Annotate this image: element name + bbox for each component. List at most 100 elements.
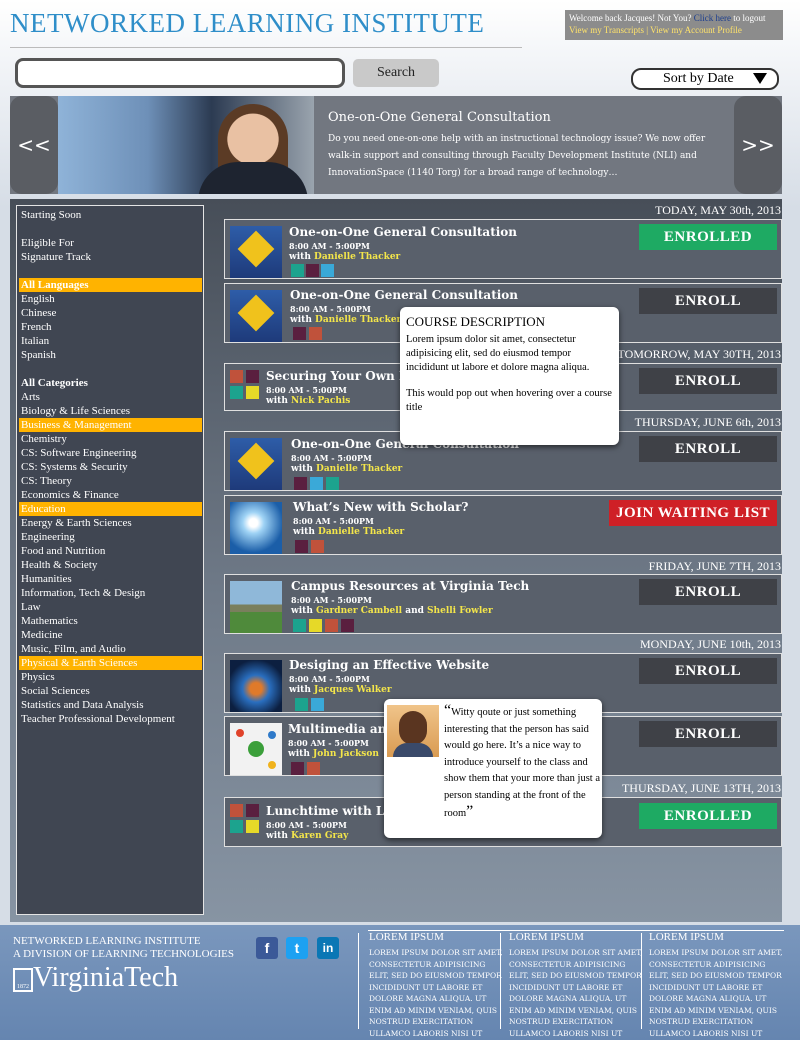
enroll-button[interactable]: ENROLL bbox=[639, 288, 777, 314]
course-title[interactable]: Desiging an Effective Website bbox=[289, 658, 489, 672]
course-time: 8:00 AM - 5:00PM bbox=[289, 241, 370, 251]
course-card: What’s New with Scholar? 8:00 AM - 5:00P… bbox=[224, 495, 782, 555]
sidebar-item-starting-soon[interactable]: Starting Soon bbox=[19, 208, 202, 222]
course-title[interactable]: What’s New with Scholar? bbox=[293, 500, 468, 514]
instructor-link[interactable]: Jacques Walker bbox=[314, 685, 392, 695]
footer-separator bbox=[500, 933, 501, 1029]
sidebar-item-energy[interactable]: Energy & Earth Sciences bbox=[19, 516, 202, 530]
instructor-link[interactable]: Shelli Fowler bbox=[427, 606, 493, 616]
twitter-icon[interactable]: t bbox=[286, 937, 308, 959]
enroll-button[interactable]: ENROLL bbox=[639, 579, 777, 605]
sidebar-item-arts[interactable]: Arts bbox=[19, 390, 202, 404]
sidebar-item-music[interactable]: Music, Film, and Audio bbox=[19, 642, 202, 656]
join-waiting-list-button[interactable]: JOIN WAITING LIST bbox=[609, 500, 777, 526]
sidebar-item-english[interactable]: English bbox=[19, 292, 202, 306]
course-title[interactable]: Campus Resources at Virginia Tech bbox=[291, 579, 529, 593]
banner-title[interactable]: One-on-One General Consultation bbox=[328, 110, 732, 125]
road-sign-icon bbox=[230, 226, 282, 278]
login-box: Welcome back Jacques! Not You? Click her… bbox=[565, 10, 783, 40]
instructor-link[interactable]: Nick Pachis bbox=[291, 396, 350, 406]
instructor-link[interactable]: Gardner Cambell bbox=[316, 606, 402, 616]
sidebar-item-economics[interactable]: Economics & Finance bbox=[19, 488, 202, 502]
course-title[interactable]: Multimedia and bbox=[288, 722, 395, 736]
virginia-tech-logo[interactable]: 1872 VirginiaTech bbox=[13, 962, 178, 994]
category-square bbox=[321, 264, 334, 277]
banner-prev-button[interactable]: << bbox=[10, 96, 58, 194]
instructor-link[interactable]: John Jackson bbox=[313, 749, 379, 759]
sidebar-item-cs-software[interactable]: CS: Software Engineering bbox=[19, 446, 202, 460]
logo-year: 1872 bbox=[13, 968, 33, 992]
sidebar-item-cs-theory[interactable]: CS: Theory bbox=[19, 474, 202, 488]
sidebar-item-business[interactable]: Business & Management bbox=[19, 418, 202, 432]
course-time: 8:00 AM - 5:00PM bbox=[288, 738, 369, 748]
course-title[interactable]: One-on-One General Consultation bbox=[289, 225, 517, 239]
sidebar-item-all-languages[interactable]: All Languages bbox=[19, 278, 202, 292]
category-square bbox=[310, 477, 323, 490]
sidebar-item-chemistry[interactable]: Chemistry bbox=[19, 432, 202, 446]
date-header: MONDAY, JUNE 10th, 2013 bbox=[639, 637, 781, 651]
course-card: Campus Resources at Virginia Tech 8:00 A… bbox=[224, 574, 782, 634]
banner-next-button[interactable]: >> bbox=[734, 96, 782, 194]
course-title[interactable]: One-on-One General Consultation bbox=[290, 288, 518, 302]
instructor-link[interactable]: Danielle Thacker bbox=[318, 527, 404, 537]
enrolled-button[interactable]: ENROLLED bbox=[639, 803, 777, 829]
sidebar-item-education[interactable]: Education bbox=[19, 502, 202, 516]
instructor-avatar bbox=[387, 705, 439, 757]
sidebar-item-engineering[interactable]: Engineering bbox=[19, 530, 202, 544]
enroll-button[interactable]: ENROLL bbox=[639, 436, 777, 462]
enrolled-button[interactable]: ENROLLED bbox=[639, 224, 777, 250]
sidebar-item-food[interactable]: Food and Nutrition bbox=[19, 544, 202, 558]
sidebar-item-information[interactable]: Information, Tech & Design bbox=[19, 586, 202, 600]
sidebar-item-teacher-pd[interactable]: Teacher Professional Development bbox=[19, 712, 202, 726]
course-title[interactable]: Lunchtime with Lea bbox=[266, 804, 400, 818]
instructor-link[interactable]: Karen Gray bbox=[291, 831, 348, 841]
footer-column-body: LOREM IPSUM DOLOR SIT AMET, CONSECTETUR … bbox=[649, 948, 783, 1038]
sidebar-item-signature-track[interactable]: Signature Track bbox=[19, 250, 202, 264]
instructor-link[interactable]: Danielle Thacker bbox=[316, 464, 402, 474]
sidebar-item-mathematics[interactable]: Mathematics bbox=[19, 614, 202, 628]
logout-link[interactable]: Click here bbox=[694, 13, 731, 23]
account-profile-link[interactable]: View my Account Profile bbox=[650, 25, 742, 35]
search-button[interactable]: Search bbox=[353, 59, 439, 87]
sidebar-item-law[interactable]: Law bbox=[19, 600, 202, 614]
sidebar-item-physics[interactable]: Physics bbox=[19, 670, 202, 684]
footer-column-heading: LOREM IPSUM bbox=[649, 931, 724, 943]
transcripts-link[interactable]: View my Transcripts bbox=[569, 25, 644, 35]
instructor-link[interactable]: Danielle Thacker bbox=[314, 252, 400, 262]
sidebar-item-social-sciences[interactable]: Social Sciences bbox=[19, 684, 202, 698]
search-input[interactable] bbox=[15, 58, 345, 88]
course-instructor: with Jacques Walker bbox=[289, 685, 392, 695]
site-title[interactable]: NETWORKED LEARNING INSTITUTE bbox=[10, 8, 484, 39]
sidebar-item-health[interactable]: Health & Society bbox=[19, 558, 202, 572]
sidebar-item-physical-earth[interactable]: Physical & Earth Sciences bbox=[19, 656, 202, 670]
linkedin-icon[interactable]: in bbox=[317, 937, 339, 959]
enroll-button[interactable]: ENROLL bbox=[639, 368, 777, 394]
globe-thumbnail bbox=[230, 660, 282, 712]
enroll-button[interactable]: ENROLL bbox=[639, 658, 777, 684]
category-square bbox=[307, 762, 320, 775]
instructor-link[interactable]: Danielle Thacker bbox=[315, 315, 401, 325]
course-time: 8:00 AM - 5:00PM bbox=[266, 820, 347, 830]
sidebar-item-biology[interactable]: Biology & Life Sciences bbox=[19, 404, 202, 418]
sidebar-item-french[interactable]: French bbox=[19, 320, 202, 334]
with-label: with bbox=[291, 464, 313, 474]
footer-separator bbox=[358, 933, 359, 1029]
sidebar-item-chinese[interactable]: Chinese bbox=[19, 306, 202, 320]
course-title[interactable]: Securing Your Own M bbox=[266, 369, 412, 383]
course-instructor: with John Jackson bbox=[288, 749, 379, 759]
category-square bbox=[293, 327, 306, 340]
sidebar-item-medicine[interactable]: Medicine bbox=[19, 628, 202, 642]
course-instructor: with Nick Pachis bbox=[266, 396, 350, 406]
enroll-button[interactable]: ENROLL bbox=[639, 721, 777, 747]
category-square bbox=[309, 327, 322, 340]
sidebar-item-italian[interactable]: Italian bbox=[19, 334, 202, 348]
sidebar-item-cs-systems[interactable]: CS: Systems & Security bbox=[19, 460, 202, 474]
sort-dropdown[interactable]: Sort by Date bbox=[631, 68, 779, 90]
sidebar-item-all-categories[interactable]: All Categories bbox=[19, 376, 202, 390]
sidebar-item-spanish[interactable]: Spanish bbox=[19, 348, 202, 362]
dropdown-triangle-icon bbox=[753, 73, 767, 84]
facebook-icon[interactable]: f bbox=[256, 937, 278, 959]
sidebar-item-statistics[interactable]: Statistics and Data Analysis bbox=[19, 698, 202, 712]
sidebar-item-eligible-for[interactable]: Eligible For bbox=[19, 236, 202, 250]
sidebar-item-humanities[interactable]: Humanities bbox=[19, 572, 202, 586]
